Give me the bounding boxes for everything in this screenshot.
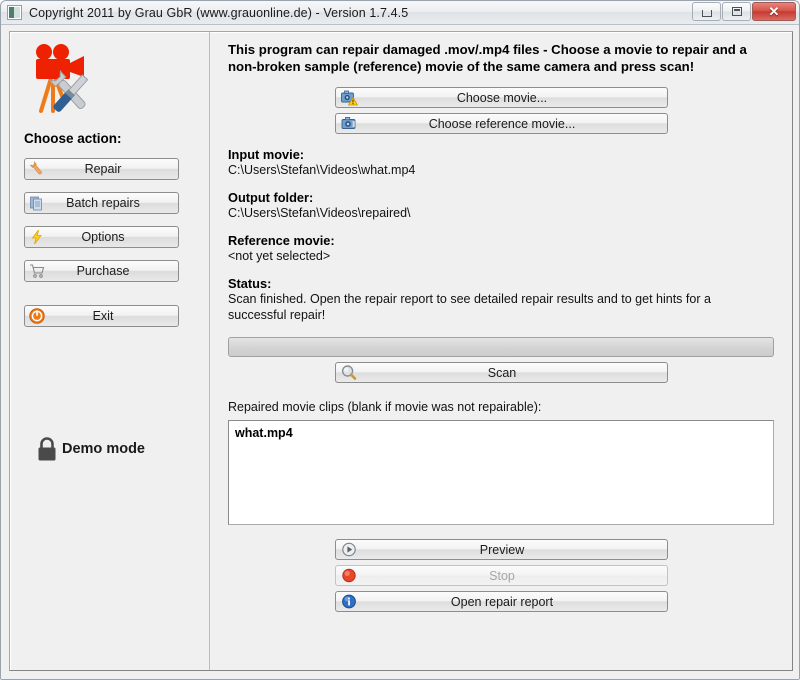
maximize-button[interactable] [722, 2, 751, 21]
lightning-icon [28, 228, 46, 246]
demo-mode-label: Demo mode [62, 441, 145, 457]
sidebar: Choose action: Repair Batch repairs Opti… [10, 32, 210, 670]
reference-movie-field: Reference movie: <not yet selected> [228, 233, 774, 263]
power-icon [28, 307, 46, 325]
choose-movie-label: Choose movie... [456, 90, 548, 105]
close-button[interactable]: ✕ [752, 2, 796, 21]
demo-mode-indicator: Demo mode [36, 436, 145, 462]
scan-button[interactable]: Scan [334, 362, 668, 383]
stop-circle-icon [340, 567, 358, 584]
main-content: This program can repair damaged .mov/.mp… [210, 32, 792, 670]
status-title: Status: [228, 276, 272, 291]
preview-button[interactable]: Preview [334, 539, 668, 560]
application-window: Copyright 2011 by Grau GbR (www.grauonli… [0, 0, 800, 680]
headline-text: This program can repair damaged .mov/.mp… [228, 42, 747, 74]
input-movie-field: Input movie: C:\Users\Stefan\Videos\what… [228, 147, 774, 177]
movie-repair-logo-icon [28, 41, 106, 119]
repaired-clips-listbox[interactable]: what.mp4 [228, 420, 774, 525]
sidebar-item-repair[interactable]: Repair [24, 158, 179, 180]
open-repair-report-label: Open repair report [450, 594, 554, 609]
close-icon: ✕ [768, 4, 780, 19]
output-folder-value: C:\Users\Stefan\Videos\repaired\ [228, 206, 411, 220]
reference-movie-value: <not yet selected> [228, 249, 331, 263]
preview-label: Preview [479, 542, 525, 557]
stop-label: Stop [489, 568, 515, 583]
choose-movie-button[interactable]: Choose movie... [334, 87, 668, 108]
window-title: Copyright 2011 by Grau GbR (www.grauonli… [29, 5, 409, 20]
title-bar: Copyright 2011 by Grau GbR (www.grauonli… [1, 1, 799, 25]
input-movie-value: C:\Users\Stefan\Videos\what.mp4 [228, 163, 416, 177]
sidebar-item-exit-label: Exit [92, 309, 114, 323]
app-icon [7, 5, 22, 20]
reference-movie-title: Reference movie: [228, 233, 335, 248]
scan-label: Scan [487, 365, 517, 380]
sidebar-item-exit[interactable]: Exit [24, 305, 179, 327]
choose-reference-movie-button[interactable]: Choose reference movie... [334, 113, 668, 134]
sidebar-item-options-label: Options [81, 230, 125, 244]
bottom-button-group: Preview Stop Open repair report [228, 539, 774, 612]
play-circle-icon [340, 541, 358, 558]
maximize-icon [731, 7, 742, 16]
minimize-icon [701, 10, 712, 17]
main-panel: Choose action: Repair Batch repairs Opti… [9, 31, 793, 671]
documents-icon [28, 194, 46, 212]
choose-action-heading: Choose action: [24, 131, 122, 146]
camera-warning-icon [340, 89, 358, 106]
stop-button[interactable]: Stop [334, 565, 668, 586]
wrench-icon [28, 160, 46, 178]
sidebar-item-purchase[interactable]: Purchase [24, 260, 179, 282]
info-circle-icon [340, 593, 358, 610]
sidebar-item-options[interactable]: Options [24, 226, 179, 248]
padlock-icon [36, 436, 58, 462]
open-repair-report-button[interactable]: Open repair report [334, 591, 668, 612]
output-folder-title: Output folder: [228, 190, 314, 205]
sidebar-item-purchase-label: Purchase [76, 264, 130, 278]
status-field: Status: Scan finished. Open the repair r… [228, 276, 774, 323]
camera-icon [340, 115, 358, 132]
choose-reference-movie-label: Choose reference movie... [428, 116, 576, 131]
shopping-cart-icon [28, 262, 46, 280]
minimize-button[interactable] [692, 2, 721, 21]
sidebar-item-repair-label: Repair [84, 162, 122, 176]
status-message: Scan finished. Open the repair report to… [228, 292, 711, 322]
list-item[interactable]: what.mp4 [235, 426, 767, 441]
magnifier-icon [340, 364, 358, 381]
client-area: Choose action: Repair Batch repairs Opti… [1, 25, 799, 679]
sidebar-item-batch-repairs-label: Batch repairs [66, 196, 140, 210]
repaired-clips-caption: Repaired movie clips (blank if movie was… [228, 400, 542, 414]
scan-progress-bar [228, 337, 774, 357]
output-folder-field: Output folder: C:\Users\Stefan\Videos\re… [228, 190, 774, 220]
sidebar-item-batch-repairs[interactable]: Batch repairs [24, 192, 179, 214]
input-movie-title: Input movie: [228, 147, 305, 162]
window-controls: ✕ [691, 2, 796, 21]
